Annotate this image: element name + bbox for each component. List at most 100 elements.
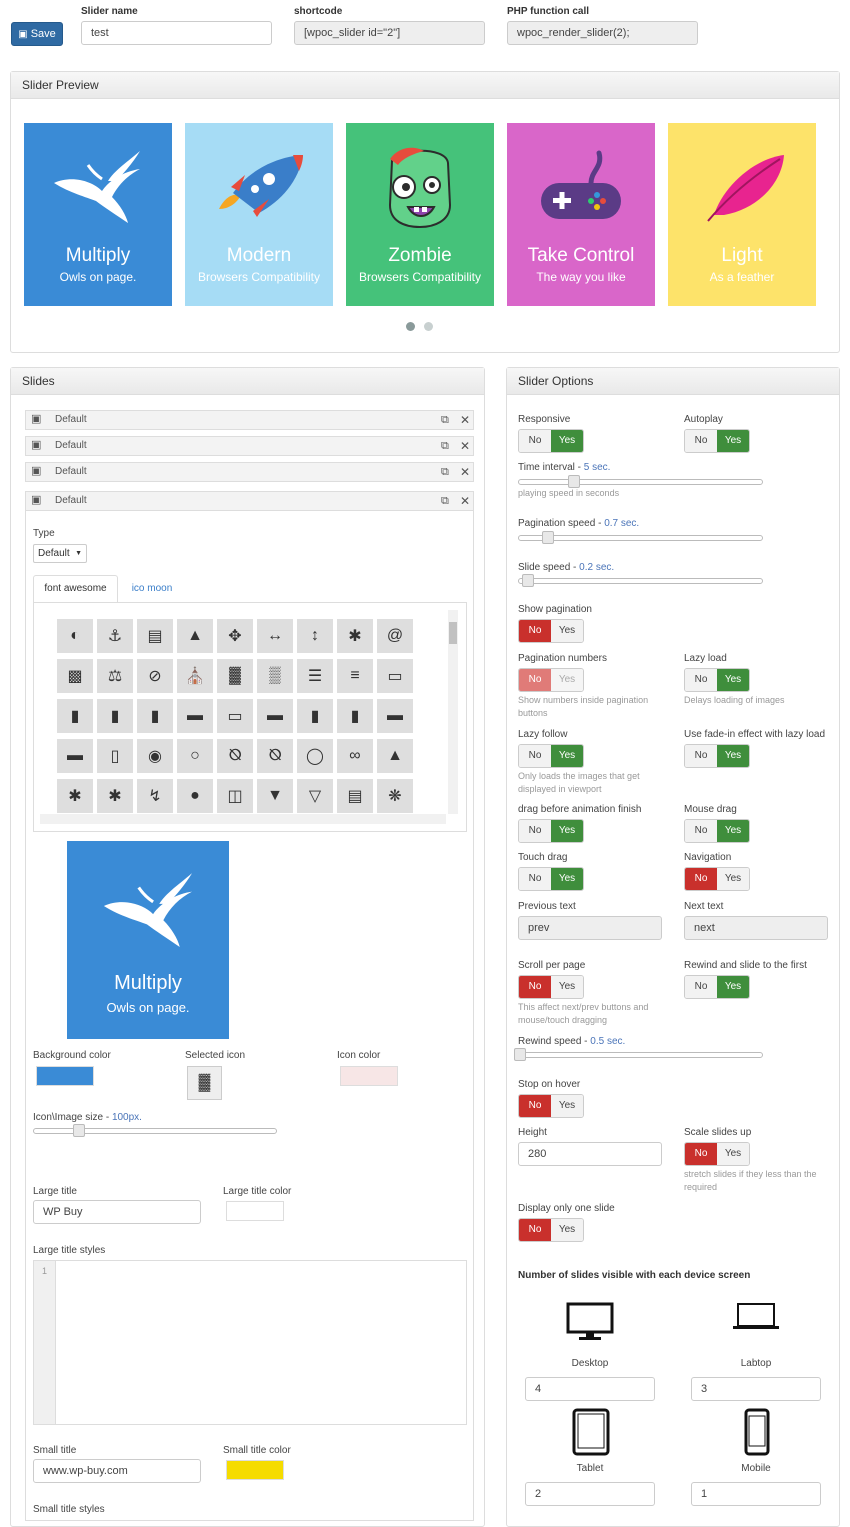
at-icon[interactable]: @ [377,619,413,653]
pagination-numbers-toggle[interactable]: No Yes [518,668,584,692]
bar-chart-icon[interactable]: ▓ [217,659,253,693]
toggle-no[interactable]: No [519,620,551,642]
type-select[interactable]: Default ▼ [33,544,87,563]
autoplay-toggle[interactable]: No Yes [684,429,750,453]
copy-icon[interactable]: ⧉ [441,463,449,481]
bell-o-icon[interactable]: ○ [177,739,213,773]
large-title-input[interactable]: WP Buy [33,1200,201,1224]
pagination-speed-handle[interactable] [542,531,554,544]
small-title-color-swatch[interactable] [226,1460,284,1480]
asterisk-icon[interactable]: ✱ [337,619,373,653]
bell-slash-o-icon[interactable]: ⦰ [257,739,293,773]
arrows-icon[interactable]: ✥ [217,619,253,653]
drag-before-toggle[interactable]: No Yes [518,819,584,843]
copy-icon[interactable]: ⧉ [441,411,449,429]
shortcode-field[interactable]: [wpoc_slider id="2"] [294,21,485,45]
battery-4-icon[interactable]: ▬ [257,699,293,733]
touch-drag-toggle[interactable]: No Yes [518,867,584,891]
toggle-no[interactable]: No [685,430,717,452]
preview-card-modern[interactable]: Modern Browsers Compatibility [185,123,333,306]
toggle-no[interactable]: No [685,669,717,691]
pagination-dot-active[interactable] [406,322,415,331]
area-chart-icon[interactable]: ▲ [177,619,213,653]
bookmark-icon[interactable]: ▼ [257,779,293,813]
ban-icon[interactable]: ⊘ [137,659,173,693]
lazy-follow-toggle[interactable]: No Yes [518,744,584,768]
toggle-yes[interactable]: Yes [551,868,583,890]
small-title-input[interactable]: www.wp-buy.com [33,1459,201,1483]
icon-size-slider[interactable] [33,1128,277,1134]
toggle-no[interactable]: No [519,1219,551,1241]
height-input[interactable]: 280 [518,1142,662,1166]
close-icon[interactable]: ✕ [460,437,470,455]
preview-card-light[interactable]: Light As a feather [668,123,816,306]
toggle-yes[interactable]: Yes [717,669,749,691]
icon-color-swatch[interactable] [340,1066,398,1086]
toggle-no[interactable]: No [519,868,551,890]
toggle-no[interactable]: No [685,976,717,998]
toggle-yes[interactable]: Yes [717,868,749,890]
save-button[interactable]: ▣ Save [11,22,63,46]
battery-full-icon[interactable]: ▬ [177,699,213,733]
preview-card-take-control[interactable]: Take Control The way you like [507,123,655,306]
toggle-no[interactable]: No [519,745,551,767]
slide-row[interactable]: ▣ Default ⧉ ✕ [25,410,474,430]
binoculars-icon[interactable]: ∞ [337,739,373,773]
close-icon[interactable]: ✕ [460,492,470,510]
mobile-slides-input[interactable]: 1 [691,1482,821,1506]
bug-icon[interactable]: ❋ [377,779,413,813]
toggle-no[interactable]: No [685,745,717,767]
scroll-per-page-toggle[interactable]: No Yes [518,975,584,999]
toggle-yes[interactable]: Yes [551,820,583,842]
toggle-yes[interactable]: Yes [717,820,749,842]
bed-icon[interactable]: ▬ [57,739,93,773]
automobile-icon[interactable]: ▩ [57,659,93,693]
adjust-icon[interactable]: ◐ [57,619,93,653]
bluetooth-icon[interactable]: ✱ [57,779,93,813]
icon-size-handle[interactable] [73,1124,85,1137]
battery-empty-icon[interactable]: ▭ [377,659,413,693]
copy-icon[interactable]: ⧉ [441,437,449,455]
arrows-v-icon[interactable]: ↕ [297,619,333,653]
mouse-drag-toggle[interactable]: No Yes [684,819,750,843]
bank-icon[interactable]: ⛪ [177,659,213,693]
slide-row[interactable]: ▣ Default ⧉ ✕ [25,462,474,482]
close-icon[interactable]: ✕ [460,411,470,429]
tablet-slides-input[interactable]: 2 [525,1482,655,1506]
anchor-icon[interactable]: ⚓ [97,619,133,653]
toggle-no[interactable]: No [685,820,717,842]
toggle-no[interactable]: No [519,430,551,452]
toggle-yes[interactable]: Yes [717,430,749,452]
slide-row[interactable]: ▣ Default ⧉ ✕ [25,436,474,456]
bookmark-o-icon[interactable]: ▽ [297,779,333,813]
battery-0-icon[interactable]: ▭ [217,699,253,733]
toggle-yes[interactable]: Yes [551,430,583,452]
selected-icon-box[interactable]: ▓ [187,1066,222,1100]
toggle-yes[interactable]: Yes [551,1095,583,1117]
preview-card-multiply[interactable]: Multiply Owls on page. [24,123,172,306]
large-title-styles-editor[interactable]: 1 [33,1260,467,1425]
toggle-yes[interactable]: Yes [551,1219,583,1241]
fade-in-toggle[interactable]: No Yes [684,744,750,768]
desktop-slides-input[interactable]: 4 [525,1377,655,1401]
barcode-icon[interactable]: ☰ [297,659,333,693]
stop-on-hover-toggle[interactable]: No Yes [518,1094,584,1118]
rewind-speed-slider[interactable] [518,1052,763,1058]
battery-quarter-icon[interactable]: ▮ [57,699,93,733]
toggle-yes[interactable]: Yes [717,745,749,767]
toggle-no[interactable]: No [519,820,551,842]
birthday-cake-icon[interactable]: ▲ [377,739,413,773]
bluetooth-b-icon[interactable]: ✱ [97,779,133,813]
preview-card-zombie[interactable]: Zombie Browsers Compatibility [346,123,494,306]
battery-3-icon[interactable]: ▬ [377,699,413,733]
large-title-color-swatch[interactable] [226,1201,284,1221]
slide-row-expanded[interactable]: ▣ Default ⧉ ✕ [25,491,474,511]
bars-icon[interactable]: ≡ [337,659,373,693]
archive-icon[interactable]: ▤ [137,619,173,653]
icon-picker-hscrollbar[interactable] [40,814,446,824]
time-interval-slider[interactable] [518,479,763,485]
scale-up-toggle[interactable]: No Yes [684,1142,750,1166]
responsive-toggle[interactable]: No Yes [518,429,584,453]
php-call-field[interactable]: wpoc_render_slider(2); [507,21,698,45]
arrows-h-icon[interactable]: ↔ [257,619,293,653]
